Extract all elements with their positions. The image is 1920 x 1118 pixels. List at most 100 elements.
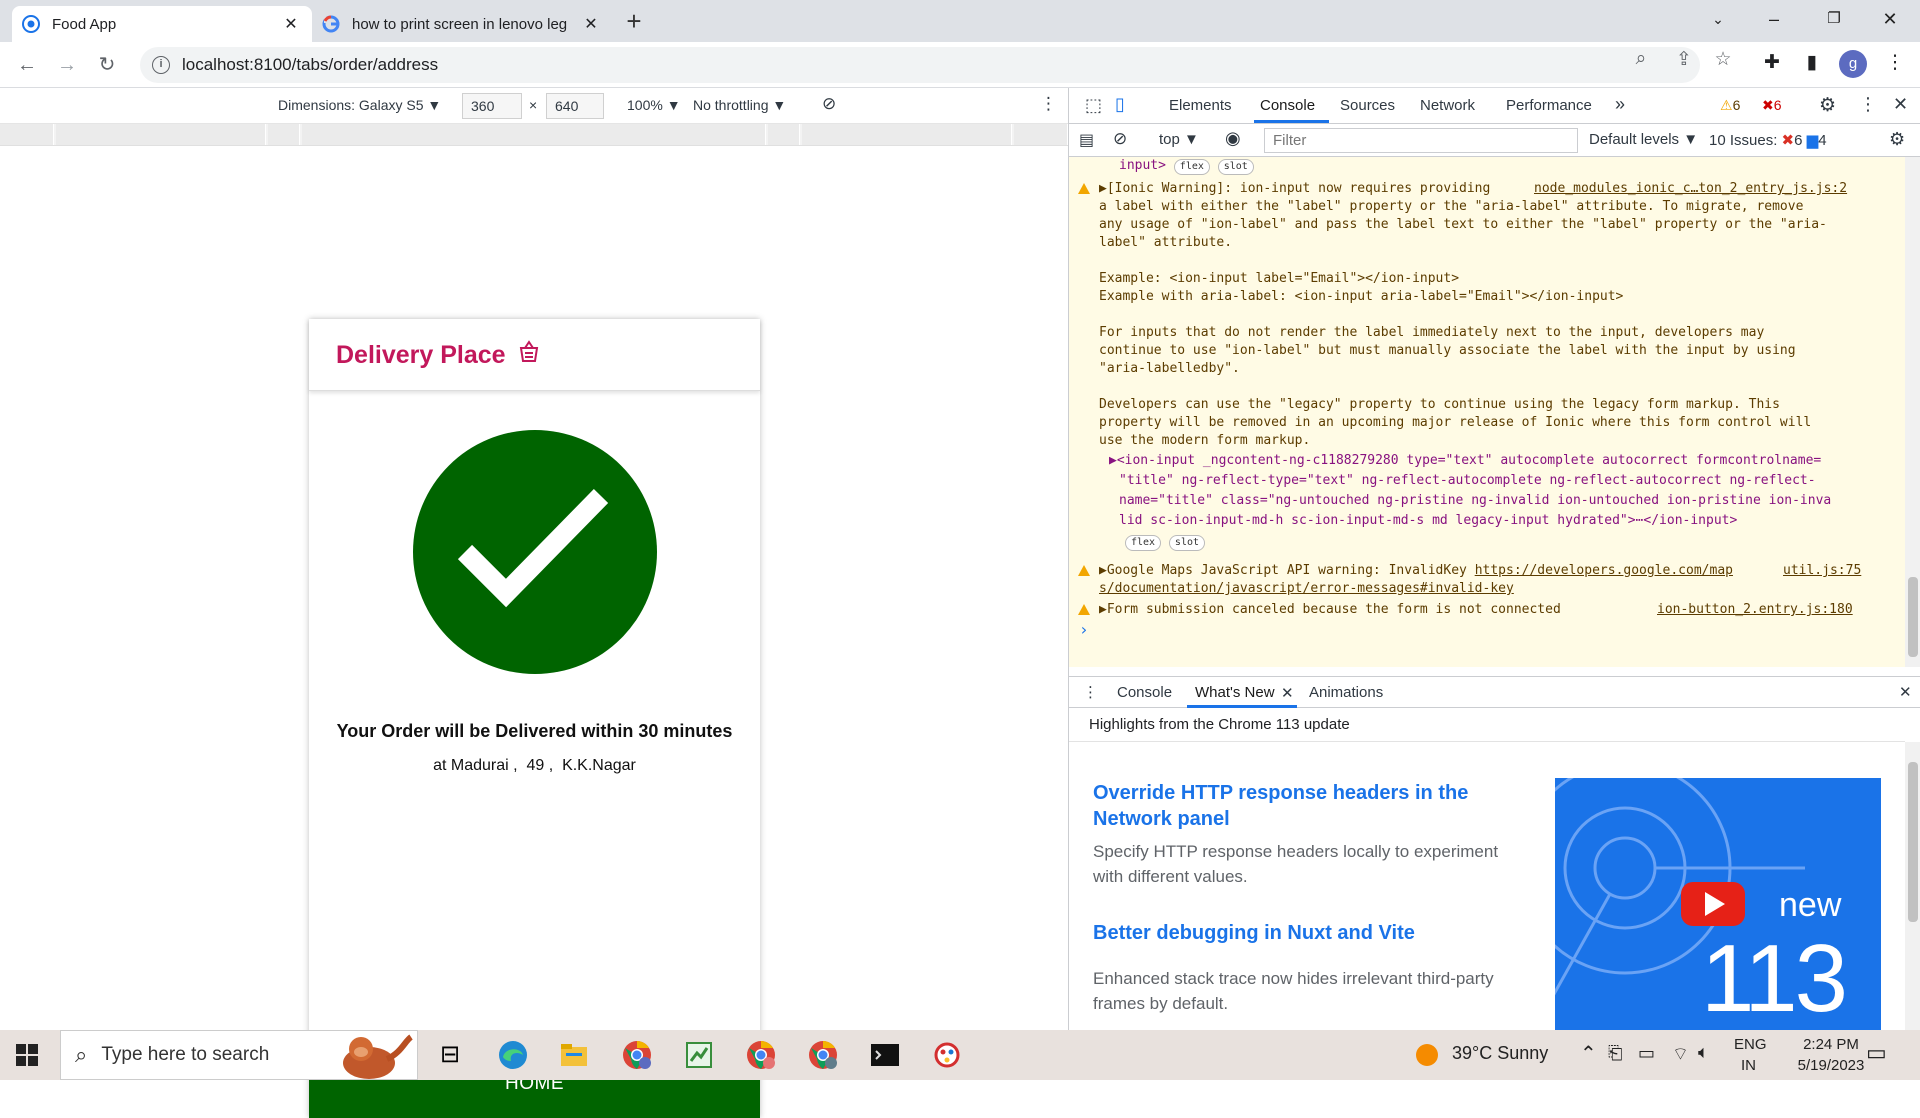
- back-button[interactable]: ←: [12, 50, 42, 80]
- close-tab-icon[interactable]: ✕: [280, 14, 302, 34]
- drawer-tab-console[interactable]: Console: [1117, 684, 1172, 701]
- tab-search-icon[interactable]: ⌄: [1690, 0, 1746, 40]
- tab-elements[interactable]: Elements: [1169, 97, 1232, 114]
- whats-new-item-title[interactable]: Better debugging in Nuxt and Vite: [1093, 920, 1513, 946]
- tab-network[interactable]: Network: [1420, 97, 1475, 114]
- taskbar-search-box[interactable]: ⌕ Type here to search: [60, 1030, 418, 1080]
- address-bar[interactable]: i localhost:8100/tabs/order/address: [140, 47, 1700, 83]
- drawer-tab-animations[interactable]: Animations: [1309, 684, 1383, 701]
- volume-icon[interactable]: 🔈︎: [1698, 1042, 1709, 1063]
- settings-gear-icon[interactable]: ⚙: [1819, 94, 1836, 117]
- ionic-warning-source-link[interactable]: node_modules_ionic_c…ton_2_entry_js.js:2: [1534, 180, 1847, 198]
- restore-button[interactable]: ❐: [1806, 0, 1862, 40]
- error-count-badge[interactable]: ✖6: [1759, 96, 1785, 115]
- device-dimensions-select[interactable]: Dimensions: Galaxy S5 ▼: [278, 97, 441, 113]
- console-settings-icon[interactable]: ⚙: [1889, 129, 1905, 150]
- tab-console[interactable]: Console: [1260, 97, 1315, 114]
- close-whats-new-icon[interactable]: ✕: [1281, 684, 1294, 702]
- element-ref-line[interactable]: ▶<ion-input _ngcontent-ng-c1188279280 ty…: [1109, 452, 1821, 470]
- active-tab-underline: [1254, 120, 1329, 123]
- console-prompt[interactable]: ›: [1079, 621, 1089, 639]
- device-toolbar: Dimensions: Galaxy S5 ▼ 360 × 640 100% ▼…: [0, 88, 1068, 124]
- more-tabs-icon[interactable]: »: [1615, 94, 1625, 115]
- drawer-menu-icon[interactable]: ⋮: [1083, 683, 1098, 701]
- sidebar-toggle-icon[interactable]: ▤: [1079, 130, 1094, 150]
- chrome-icon[interactable]: [745, 1039, 777, 1071]
- issues-button[interactable]: 10 Issues: ✖6 ▆4: [1709, 131, 1827, 149]
- devtools-tab-bar: ⬚ ▯ Elements Console Sources Network Per…: [1069, 88, 1920, 124]
- clear-console-icon[interactable]: ⊘: [1113, 129, 1127, 149]
- console-scrollbar[interactable]: [1905, 157, 1920, 667]
- zoom-select[interactable]: 100% ▼: [627, 97, 681, 113]
- profile-avatar[interactable]: g: [1839, 50, 1867, 78]
- form-warning[interactable]: ▶Form submission canceled because the fo…: [1099, 601, 1561, 619]
- inspect-element-icon[interactable]: ⬚: [1085, 95, 1102, 116]
- share-icon[interactable]: ⇪: [1671, 48, 1697, 71]
- notifications-icon[interactable]: ▭: [1866, 1040, 1887, 1066]
- drawer-scrollbar[interactable]: [1905, 742, 1920, 1030]
- zoom-icon[interactable]: ⌕: [1628, 48, 1654, 70]
- maps-warning[interactable]: ▶Google Maps JavaScript API warning: Inv…: [1099, 562, 1733, 580]
- form-warning-source-link[interactable]: ion-button_2.entry.js:180: [1657, 601, 1853, 619]
- side-panel-icon[interactable]: ▮: [1800, 51, 1824, 75]
- chrome-alt-icon[interactable]: [807, 1039, 839, 1071]
- input-language-bottom[interactable]: IN: [1741, 1057, 1756, 1074]
- whats-new-panel: Highlights from the Chrome 113 update Ov…: [1069, 708, 1920, 1030]
- browser-tab-search[interactable]: how to print screen in lenovo leg ✕: [312, 6, 612, 42]
- maps-warning-source-link[interactable]: util.js:75: [1783, 562, 1861, 580]
- device-toggle-icon[interactable]: ▯: [1115, 94, 1125, 115]
- media-query-bar[interactable]: [0, 124, 1068, 146]
- file-explorer-icon[interactable]: [558, 1039, 590, 1071]
- console-toolbar: ▤ ⊘ top ▼ ◉ Filter Default levels ▼ 10 I…: [1069, 124, 1920, 157]
- site-info-icon[interactable]: i: [152, 56, 170, 74]
- weather-text[interactable]: 39°C Sunny: [1452, 1043, 1548, 1064]
- spreadsheet-app-icon[interactable]: [683, 1039, 715, 1071]
- log-levels-select[interactable]: Default levels ▼: [1589, 131, 1698, 148]
- terminal-icon[interactable]: [869, 1039, 901, 1071]
- battery-icon[interactable]: ▭: [1638, 1043, 1655, 1064]
- tab-sources[interactable]: Sources: [1340, 97, 1395, 114]
- forward-button[interactable]: →: [52, 50, 82, 80]
- devtools-menu-icon[interactable]: ⋮: [1859, 94, 1877, 115]
- input-language-top[interactable]: ENG: [1734, 1036, 1767, 1053]
- close-tab-icon[interactable]: ✕: [580, 14, 602, 34]
- device-width-input[interactable]: 360: [462, 93, 522, 119]
- device-height-input[interactable]: 640: [546, 93, 604, 119]
- drawer-tab-whats-new[interactable]: What's New: [1195, 684, 1275, 701]
- device-more-icon[interactable]: ⋮: [1040, 94, 1057, 114]
- whats-new-item-title[interactable]: Override HTTP response headers in the Ne…: [1093, 780, 1513, 832]
- minimize-button[interactable]: –: [1746, 0, 1802, 40]
- rotate-icon[interactable]: ⊘: [822, 94, 836, 114]
- browser-menu-icon[interactable]: ⋮: [1883, 51, 1907, 75]
- throttling-select[interactable]: No throttling ▼: [693, 97, 786, 113]
- bookmark-star-icon[interactable]: ☆: [1710, 48, 1736, 71]
- whats-new-video-thumbnail[interactable]: new 113: [1555, 778, 1881, 1030]
- clock-date[interactable]: 5/19/2023: [1786, 1057, 1876, 1074]
- ionic-warning-line-1[interactable]: ▶[Ionic Warning]: ion-input now requires…: [1099, 180, 1490, 198]
- weather-sun-icon[interactable]: [1416, 1044, 1438, 1066]
- windows-start-icon[interactable]: [16, 1044, 38, 1066]
- live-expression-eye-icon[interactable]: ◉: [1225, 128, 1241, 149]
- meet-now-icon[interactable]: ⎗: [1608, 1043, 1622, 1064]
- reload-button[interactable]: ↻: [92, 50, 122, 80]
- console-filter-input[interactable]: Filter: [1264, 128, 1578, 153]
- show-hidden-icons-icon[interactable]: ⌃: [1580, 1041, 1597, 1066]
- browser-tab-food-app[interactable]: Food App ✕: [12, 6, 312, 42]
- chrome-app-icon: [22, 15, 40, 33]
- tab-performance[interactable]: Performance: [1506, 97, 1592, 114]
- edge-browser-icon[interactable]: [497, 1039, 529, 1071]
- maps-doc-link[interactable]: https://developers.google.com/map: [1475, 563, 1733, 578]
- context-select[interactable]: top ▼: [1159, 131, 1199, 148]
- maps-doc-link-cont[interactable]: s/documentation/javascript/error-message…: [1099, 580, 1514, 598]
- close-drawer-icon[interactable]: ✕: [1899, 683, 1912, 701]
- close-window-button[interactable]: ✕: [1862, 0, 1918, 40]
- chrome-profile-icon[interactable]: [621, 1039, 653, 1071]
- wifi-icon[interactable]: ⌔: [1672, 1043, 1689, 1066]
- clock-time[interactable]: 2:24 PM: [1786, 1036, 1876, 1053]
- close-devtools-icon[interactable]: ✕: [1893, 94, 1908, 115]
- paint-app-icon[interactable]: [931, 1039, 963, 1071]
- warning-count-badge[interactable]: ⚠6: [1717, 96, 1743, 115]
- new-tab-button[interactable]: +: [620, 8, 648, 36]
- task-view-icon[interactable]: ⊟: [434, 1039, 466, 1071]
- extensions-icon[interactable]: ✚: [1760, 51, 1784, 75]
